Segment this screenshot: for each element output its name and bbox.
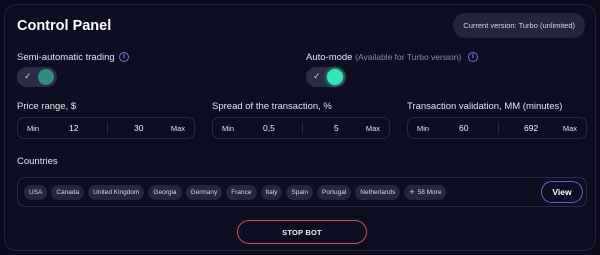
countries-label: Countries (17, 156, 58, 167)
country-chip[interactable]: Italy (260, 185, 283, 200)
more-countries-chip[interactable]: + 58 More (404, 185, 447, 200)
country-chip[interactable]: Portugal (317, 185, 352, 200)
info-icon[interactable]: i (468, 52, 478, 62)
price-range-input: Min 12 30 Max (17, 117, 195, 139)
max-label: Max (562, 124, 577, 133)
validation-max-input[interactable]: 692 (524, 123, 538, 133)
semi-auto-toggle[interactable]: ✓ (17, 67, 57, 87)
control-panel: Control Panel Current version: Turbo (un… (4, 4, 596, 251)
auto-mode-label: Auto-mode (Available for Turbo version) (306, 52, 461, 63)
country-chip-list: USA Canada United Kingdom Georgia German… (24, 185, 447, 200)
validation-min-input[interactable]: 60 (459, 123, 468, 133)
min-label: Min (417, 124, 430, 133)
toggle-knob (327, 69, 343, 85)
check-icon: ✓ (313, 71, 321, 81)
divider (302, 122, 303, 134)
auto-mode-note: (Available for Turbo version) (355, 52, 462, 62)
page-title: Control Panel (17, 18, 112, 34)
info-icon[interactable]: i (119, 52, 129, 62)
spread-label: Spread of the transaction, % (212, 101, 332, 112)
divider (107, 122, 108, 134)
country-chip[interactable]: Germany (185, 185, 223, 200)
min-label: Min (27, 124, 40, 133)
countries-selector: USA Canada United Kingdom Georgia German… (17, 177, 587, 207)
price-min-input[interactable]: 12 (69, 123, 78, 133)
country-chip[interactable]: Canada (51, 185, 85, 200)
toggle-knob (38, 69, 54, 85)
spread-max-input[interactable]: 5 (334, 123, 339, 133)
country-chip[interactable]: Netherlands (355, 185, 401, 200)
price-range-label: Price range, $ (17, 101, 77, 112)
semi-auto-label: Semi-automatic trading (17, 52, 115, 63)
auto-mode-title: Auto-mode (306, 52, 353, 63)
divider (498, 122, 499, 134)
spread-min-input[interactable]: 0,5 (263, 123, 275, 133)
more-countries-label: 58 More (417, 189, 442, 196)
max-label: Max (170, 124, 185, 133)
validation-input: Min 60 692 Max (407, 117, 587, 139)
spread-input: Min 0,5 5 Max (212, 117, 390, 139)
version-badge: Current version: Turbo (unlimited) (453, 13, 585, 38)
country-chip[interactable]: United Kingdom (88, 185, 145, 200)
price-max-input[interactable]: 30 (134, 123, 143, 133)
country-chip[interactable]: France (226, 185, 257, 200)
view-countries-button[interactable]: View (541, 181, 583, 203)
auto-mode-toggle[interactable]: ✓ (306, 67, 346, 87)
check-icon: ✓ (24, 71, 32, 81)
validation-label: Transaction validation, MM (minutes) (407, 101, 563, 112)
stop-bot-button[interactable]: STOP BOT (237, 220, 367, 244)
max-label: Max (365, 124, 380, 133)
country-chip[interactable]: Georgia (148, 185, 182, 200)
country-chip[interactable]: USA (24, 185, 48, 200)
country-chip[interactable]: Spain (286, 185, 314, 200)
min-label: Min (222, 124, 235, 133)
plus-icon: + (409, 187, 415, 197)
